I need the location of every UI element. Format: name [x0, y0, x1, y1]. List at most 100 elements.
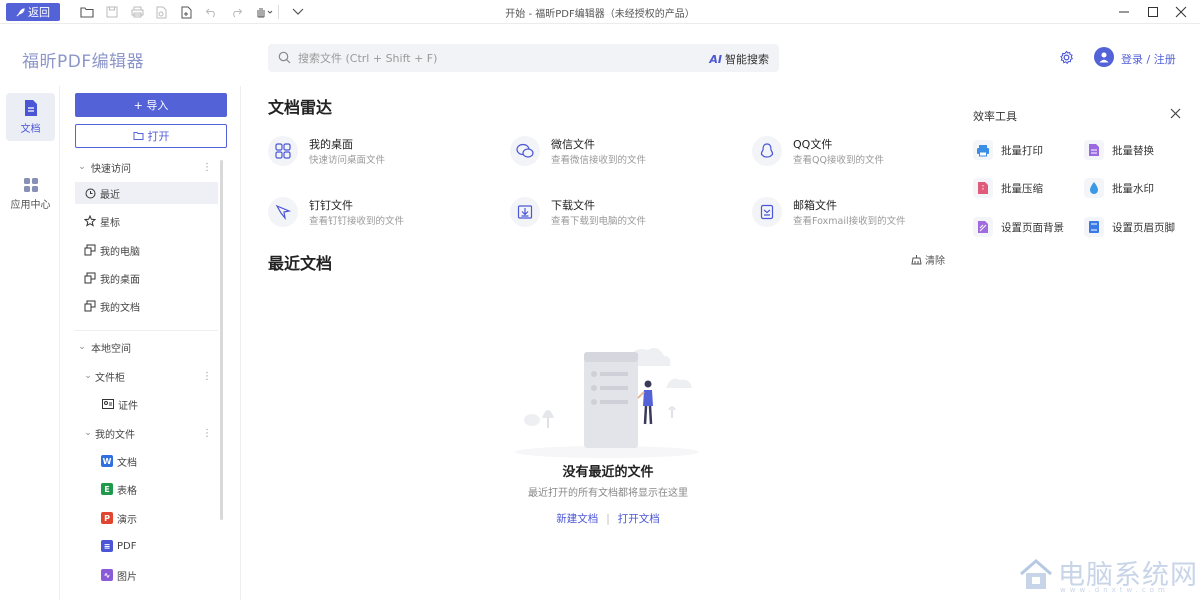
- sidebar-item-label: 演示: [117, 514, 137, 526]
- radar-item-desktop[interactable]: 我的桌面 快速访问桌面文件: [268, 134, 498, 174]
- search-input[interactable]: [298, 44, 678, 72]
- radar-item-desc: 查看下载到电脑的文件: [551, 216, 647, 227]
- chevron-down-icon: ⌄: [78, 162, 86, 172]
- radar-item-downloads[interactable]: 下载文件 查看下载到电脑的文件: [510, 195, 740, 235]
- broom-icon: [911, 255, 922, 265]
- radar-title: 文档雷达: [268, 98, 333, 117]
- user-icon: [1099, 52, 1109, 63]
- sidebar-item-documents[interactable]: W 文档: [75, 450, 218, 472]
- radar-item-title: QQ文件: [793, 138, 833, 151]
- avatar[interactable]: [1094, 47, 1114, 67]
- gear-icon[interactable]: [1059, 50, 1074, 68]
- sidebar-item-label: 我的电脑: [100, 246, 140, 258]
- header-footer-icon: [1084, 217, 1104, 237]
- sidebar-item-starred[interactable]: 星标: [75, 210, 218, 232]
- wechat-icon: [510, 136, 540, 166]
- maximize-icon[interactable]: [1143, 2, 1163, 22]
- clear-button[interactable]: 清除: [911, 252, 945, 267]
- tool-batch-watermark[interactable]: 批量水印: [1084, 178, 1154, 198]
- title-bar: 返回 开始 - 福昕PDF编辑器（未经授权的产品）: [0, 0, 1200, 24]
- smart-search-button[interactable]: AI 智能搜索: [709, 51, 769, 67]
- sidebar-item-images[interactable]: ∿ 图片: [75, 564, 218, 586]
- printer-icon: [973, 140, 993, 160]
- chevron-down-icon: ⌄: [78, 342, 86, 352]
- desktop-icon: [83, 271, 97, 285]
- tool-batch-replace[interactable]: 批量替换: [1084, 140, 1154, 160]
- search-bar[interactable]: AI 智能搜索: [268, 44, 779, 72]
- id-card-icon: [101, 397, 115, 411]
- radar-item-desc: 查看Foxmail接收到的文件: [793, 216, 906, 227]
- cabinet-header[interactable]: ⌄ 文件柜 ⋮: [75, 365, 218, 387]
- sidebar-divider: [75, 330, 218, 331]
- my-files-header[interactable]: ⌄ 我的文件 ⋮: [75, 422, 218, 444]
- documents-icon: [83, 299, 97, 313]
- sidebar-item-my-computer[interactable]: 我的电脑: [75, 239, 218, 261]
- open-label: 打开: [147, 130, 170, 143]
- rail-item-app-center[interactable]: 应用中心: [6, 170, 55, 218]
- radar-item-desc: 查看QQ接收到的文件: [793, 155, 884, 166]
- sidebar-item-my-desktop[interactable]: 我的桌面: [75, 267, 218, 289]
- app-logo: 福昕PDF编辑器: [22, 52, 145, 72]
- close-window-icon[interactable]: [1171, 2, 1191, 22]
- empty-state-illustration: [515, 348, 699, 458]
- document-icon: [24, 100, 37, 116]
- chevron-down-icon: ⌄: [84, 371, 92, 381]
- section-label: 文件柜: [95, 372, 125, 384]
- mailbox-icon: [752, 197, 782, 227]
- sidebar-scrollbar[interactable]: [220, 160, 223, 520]
- tool-label: 批量打印: [1001, 144, 1043, 157]
- tool-batch-print[interactable]: 批量打印: [973, 140, 1043, 160]
- more-icon[interactable]: ⋮: [202, 371, 212, 382]
- recent-title: 最近文档: [268, 254, 333, 273]
- tool-page-background[interactable]: 设置页面背景: [973, 217, 1064, 237]
- chevron-down-icon: ⌄: [84, 428, 92, 438]
- radar-item-title: 钉钉文件: [309, 199, 353, 212]
- sidebar-item-label: 我的桌面: [100, 274, 140, 286]
- radar-item-title: 下载文件: [551, 199, 595, 212]
- sidebar-item-label: 最近: [100, 189, 120, 201]
- search-icon: [278, 51, 291, 67]
- open-document-link[interactable]: 打开文档: [618, 513, 660, 525]
- tool-label: 批量压缩: [1001, 182, 1043, 195]
- window-title: 开始 - 福昕PDF编辑器（未经授权的产品）: [505, 9, 695, 20]
- import-button[interactable]: + 导入: [75, 93, 227, 117]
- download-icon: [510, 197, 540, 227]
- new-document-link[interactable]: 新建文档: [556, 513, 598, 525]
- section-label: 我的文件: [95, 429, 135, 441]
- empty-state-desc: 最近打开的所有文档都将显示在这里: [528, 488, 688, 499]
- radar-item-title: 邮箱文件: [793, 199, 837, 212]
- more-icon[interactable]: ⋮: [202, 428, 212, 439]
- sidebar-item-certificates[interactable]: 证件: [75, 393, 218, 415]
- tool-label: 设置页眉页脚: [1112, 221, 1175, 234]
- radar-item-qq[interactable]: QQ文件 查看QQ接收到的文件: [752, 134, 982, 174]
- minimize-icon[interactable]: [1114, 2, 1134, 22]
- sidebar-item-my-documents[interactable]: 我的文档: [75, 295, 218, 317]
- folder-icon: [133, 132, 143, 140]
- clock-icon: [83, 186, 97, 200]
- open-button[interactable]: 打开: [75, 124, 227, 148]
- radar-item-wechat[interactable]: 微信文件 查看微信接收到的文件: [510, 134, 740, 174]
- login-register-link[interactable]: 登录 / 注册: [1121, 51, 1176, 67]
- rail-item-documents[interactable]: 文档: [6, 93, 55, 141]
- compress-icon: [973, 178, 993, 198]
- sidebar-item-label: 证件: [118, 400, 138, 412]
- pdf-icon: ≡: [101, 540, 113, 552]
- local-space-header[interactable]: ⌄ 本地空间: [75, 336, 218, 358]
- grid-icon: [268, 136, 298, 166]
- quick-access-header[interactable]: ⌄ 快速访问 ⋮: [75, 156, 218, 178]
- sidebar-item-presentations[interactable]: P 演示: [75, 507, 218, 529]
- tool-header-footer[interactable]: 设置页眉页脚: [1084, 217, 1175, 237]
- page-background-icon: [973, 217, 993, 237]
- radar-item-desc: 查看微信接收到的文件: [551, 155, 647, 166]
- sidebar-item-spreadsheets[interactable]: E 表格: [75, 478, 218, 500]
- sidebar-item-label: 文档: [117, 457, 137, 469]
- more-icon[interactable]: ⋮: [202, 162, 212, 173]
- sidebar-item-label: PDF: [117, 540, 137, 552]
- sidebar-item-recent[interactable]: 最近: [75, 182, 218, 204]
- close-icon[interactable]: [1170, 108, 1181, 122]
- radar-item-dingtalk[interactable]: 钉钉文件 查看钉钉接收到的文件: [268, 195, 498, 235]
- watermark-url: www.dnxtw.com: [1060, 586, 1169, 594]
- tool-batch-compress[interactable]: 批量压缩: [973, 178, 1043, 198]
- radar-item-mailbox[interactable]: 邮箱文件 查看Foxmail接收到的文件: [752, 195, 982, 235]
- sidebar-item-pdf[interactable]: ≡ PDF: [75, 535, 218, 557]
